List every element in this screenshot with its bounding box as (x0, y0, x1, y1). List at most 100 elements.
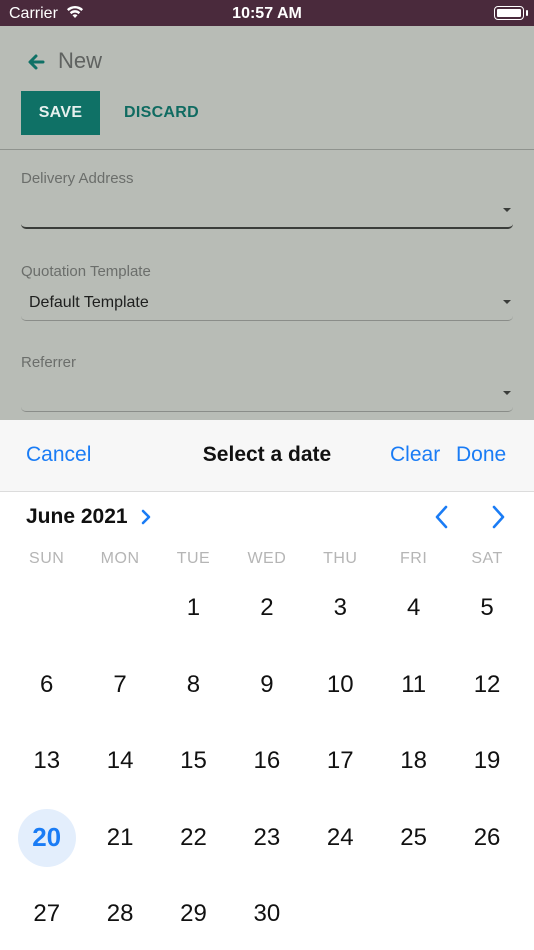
day-cell[interactable]: 29 (157, 876, 230, 950)
day-number: 7 (113, 670, 127, 698)
referrer-select[interactable] (21, 376, 513, 412)
next-month-button[interactable] (488, 504, 508, 530)
save-button[interactable]: SAVE (21, 91, 100, 135)
day-number: 26 (473, 823, 501, 851)
day-number: 3 (333, 594, 347, 622)
date-picker-title: Select a date (202, 443, 332, 466)
date-picker-sheet: Cancel Select a date Clear Done June 202… (0, 420, 534, 950)
day-number: 14 (106, 747, 134, 775)
day-number: 25 (400, 823, 427, 851)
weekday-header: SUN MON TUE WED THU FRI SAT (10, 550, 524, 568)
delivery-address-select[interactable] (21, 193, 513, 229)
day-number: 10 (326, 670, 354, 698)
day-number: 12 (473, 670, 501, 698)
day-cell[interactable]: 22 (157, 800, 230, 877)
day-number: 24 (326, 823, 354, 851)
day-cell[interactable]: 27 (10, 876, 83, 950)
day-cell[interactable]: 18 (377, 723, 450, 800)
page-title: New (58, 48, 103, 73)
chevron-down-icon (503, 391, 511, 395)
day-number: 30 (253, 900, 281, 928)
day-number: 18 (400, 747, 427, 775)
day-number: 9 (260, 670, 274, 698)
day-number: 22 (180, 823, 207, 851)
delivery-address-label: Delivery Address (21, 170, 134, 187)
day-cell[interactable]: 7 (83, 647, 156, 724)
day-number: 27 (33, 900, 61, 928)
day-cell[interactable]: 1 (157, 570, 230, 647)
day-cell[interactable]: 13 (10, 723, 83, 800)
day-number: 16 (253, 747, 281, 775)
status-bar: Carrier 10:57 AM (0, 0, 534, 26)
day-number: 29 (180, 900, 207, 928)
day-cell[interactable]: 17 (304, 723, 377, 800)
day-cell[interactable]: 28 (83, 876, 156, 950)
battery-icon (494, 6, 524, 20)
header-divider (0, 149, 534, 150)
day-cell[interactable]: 15 (157, 723, 230, 800)
day-cell[interactable]: 9 (230, 647, 303, 724)
discard-button[interactable]: DISCARD (116, 91, 207, 135)
referrer-label: Referrer (21, 354, 77, 371)
day-number: 11 (401, 670, 427, 698)
day-number: 23 (253, 823, 281, 851)
day-cell[interactable]: 30 (230, 876, 303, 950)
day-number: 20 (17, 808, 76, 867)
chevron-right-icon[interactable] (139, 507, 153, 527)
day-cell[interactable]: 24 (304, 800, 377, 877)
day-cell[interactable]: 4 (377, 570, 450, 647)
day-cell[interactable]: 23 (230, 800, 303, 877)
day-number: 1 (186, 594, 201, 622)
day-number: 21 (106, 823, 134, 851)
date-picker-toolbar: Cancel Select a date Clear Done (0, 420, 534, 492)
month-year-label[interactable]: June 2021 (26, 505, 128, 529)
day-number: 13 (33, 747, 61, 775)
day-cell[interactable]: 25 (377, 800, 450, 877)
quotation-template-label: Quotation Template (21, 263, 151, 280)
battery-tip (526, 10, 528, 16)
day-number: 4 (406, 594, 421, 622)
day-number: 5 (480, 594, 494, 622)
day-number: 2 (260, 594, 274, 622)
day-number: 15 (180, 747, 207, 775)
empty-day-cell (10, 570, 83, 647)
day-cell[interactable]: 16 (230, 723, 303, 800)
day-cell[interactable]: 10 (304, 647, 377, 724)
day-cell[interactable]: 3 (304, 570, 377, 647)
day-cell[interactable]: 11 (377, 647, 450, 724)
day-number: 17 (326, 747, 354, 775)
back-arrow-icon[interactable] (26, 52, 46, 72)
day-cell[interactable]: 8 (157, 647, 230, 724)
day-cell[interactable]: 5 (450, 570, 523, 647)
done-button[interactable]: Done (456, 443, 506, 467)
weekday-label: TUE (176, 550, 211, 567)
day-cell[interactable]: 26 (450, 800, 523, 877)
quotation-template-select[interactable]: Default Template (21, 285, 513, 321)
day-cell[interactable]: 14 (83, 723, 156, 800)
chevron-down-icon (503, 208, 511, 212)
weekday-label: FRI (400, 550, 428, 567)
day-number: 28 (106, 900, 134, 928)
chevron-down-icon (503, 300, 511, 304)
calendar-grid: 1 2 3 4 5 6 7 8 9 10 11 12 13 14 15 16 17 18 19 20 21 22 23 24 2… (10, 570, 524, 950)
clock: 10:57 AM (232, 5, 302, 22)
day-number: 6 (40, 670, 54, 698)
day-cell[interactable]: 2 (230, 570, 303, 647)
empty-day-cell (83, 570, 156, 647)
quotation-template-value: Default Template (29, 294, 149, 311)
day-cell[interactable]: 12 (450, 647, 523, 724)
form-background: New SAVE DISCARD Delivery Address Quotat… (0, 26, 534, 420)
day-cell[interactable]: 19 (450, 723, 523, 800)
weekday-label: SAT (471, 550, 503, 567)
previous-month-button[interactable] (432, 504, 452, 530)
weekday-label: MON (100, 550, 140, 567)
weekday-label: THU (323, 550, 358, 567)
day-cell[interactable]: 6 (10, 647, 83, 724)
day-cell[interactable]: 21 (83, 800, 156, 877)
weekday-label: WED (247, 550, 287, 567)
clear-button[interactable]: Clear (390, 443, 440, 467)
weekday-label: SUN (29, 550, 65, 567)
selected-day[interactable]: 20 (10, 800, 83, 877)
day-number: 8 (186, 670, 201, 698)
day-number: 19 (473, 747, 501, 775)
